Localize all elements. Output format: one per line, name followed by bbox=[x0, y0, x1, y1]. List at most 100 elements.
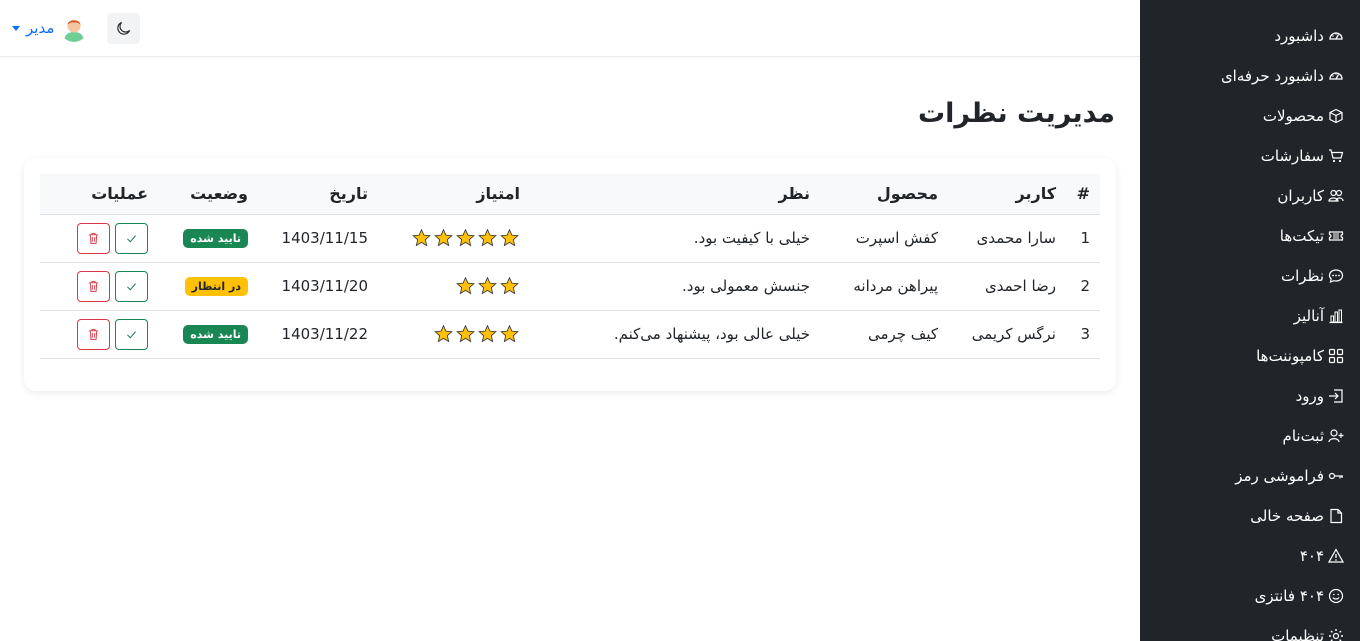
row-status: تایید شده bbox=[158, 310, 258, 359]
sidebar-item[interactable]: کامپوننت‌ها bbox=[1140, 336, 1360, 376]
delete-button[interactable] bbox=[77, 318, 110, 350]
header-date: تاریخ bbox=[258, 174, 378, 215]
row-rating bbox=[378, 310, 530, 359]
row-date: 1403/11/20 bbox=[258, 262, 378, 311]
ticket-icon bbox=[1328, 231, 1344, 241]
gear-icon bbox=[1329, 629, 1343, 641]
sidebar-item-label: سفارشات bbox=[1260, 147, 1324, 165]
sidebar-item[interactable]: نظرات bbox=[1140, 256, 1360, 296]
star-icon bbox=[500, 228, 519, 247]
sidebar-item[interactable]: ثبت‌نام bbox=[1140, 416, 1360, 456]
star-icon bbox=[500, 276, 519, 295]
table-row: 1 سارا محمدی کفش اسپرت خیلی با کیفیت بود. 14… bbox=[40, 214, 1100, 263]
star-icon bbox=[478, 324, 497, 343]
sidebar-item[interactable]: سفارشات bbox=[1140, 136, 1360, 176]
check-icon bbox=[127, 282, 136, 291]
header-actions: عملیات bbox=[40, 174, 158, 215]
table-row: 2 رضا احمدی پیراهن مردانه جنسش معمولی بود. 1… bbox=[40, 262, 1100, 311]
star-icon bbox=[434, 228, 453, 247]
row-actions bbox=[40, 310, 158, 359]
table-header-row: # کاربر محصول نظر امتیاز تاریخ وضعیت عمل… bbox=[40, 174, 1100, 215]
user-name: مدیر bbox=[26, 19, 55, 37]
sidebar-item-label: ثبت‌نام bbox=[1282, 427, 1324, 445]
row-index: 3 bbox=[1066, 310, 1100, 359]
header-index: # bbox=[1066, 174, 1100, 215]
star-icon bbox=[478, 228, 497, 247]
sidebar-item-label: داشبورد حرفه‌ای bbox=[1220, 67, 1324, 85]
login-icon bbox=[1329, 389, 1343, 403]
sidebar-item[interactable]: فراموشی رمز bbox=[1140, 456, 1360, 496]
sidebar-item[interactable]: داشبورد حرفه‌ای bbox=[1140, 56, 1360, 96]
row-comment: خیلی با کیفیت بود. bbox=[530, 214, 820, 263]
row-product: کفش اسپرت bbox=[820, 214, 948, 263]
rating-stars bbox=[388, 276, 520, 296]
person-add-icon bbox=[1328, 429, 1344, 443]
sidebar-item[interactable]: آنالیز bbox=[1140, 296, 1360, 336]
sidebar-item-label: ورود bbox=[1295, 387, 1324, 405]
user-menu-dropdown[interactable]: مدیر bbox=[12, 14, 89, 42]
file-icon bbox=[1330, 508, 1343, 524]
sidebar-item[interactable]: کاربران bbox=[1140, 176, 1360, 216]
delete-button[interactable] bbox=[77, 222, 110, 254]
star-icon bbox=[456, 324, 475, 343]
trash-icon bbox=[89, 328, 98, 340]
sidebar-item[interactable]: ۴۰۴ فانتزی bbox=[1140, 576, 1360, 616]
row-comment: جنسش معمولی بود. bbox=[530, 262, 820, 311]
sidebar-item[interactable]: تنظیمات bbox=[1140, 616, 1360, 641]
header-rating: امتیاز bbox=[378, 174, 530, 215]
comments-table: # کاربر محصول نظر امتیاز تاریخ وضعیت عمل… bbox=[40, 174, 1100, 359]
smile-icon bbox=[1328, 588, 1344, 604]
trash-icon bbox=[89, 232, 98, 244]
key-icon bbox=[1328, 472, 1343, 480]
approve-button[interactable] bbox=[115, 222, 148, 254]
approve-button[interactable] bbox=[115, 270, 148, 302]
sidebar-item[interactable]: ورود bbox=[1140, 376, 1360, 416]
grid-icon bbox=[1328, 348, 1344, 364]
status-badge: در انتظار bbox=[184, 277, 248, 296]
theme-toggle-button[interactable] bbox=[107, 13, 140, 44]
sidebar-item-label: تیکت‌ها bbox=[1279, 227, 1324, 245]
row-user: رضا احمدی bbox=[948, 262, 1066, 311]
box-icon bbox=[1329, 108, 1343, 124]
sidebar-item-label: صفحه خالی bbox=[1250, 507, 1324, 525]
chat-icon bbox=[1328, 269, 1344, 283]
sidebar-item[interactable]: محصولات bbox=[1140, 96, 1360, 136]
sidebar-item[interactable]: صفحه خالی bbox=[1140, 496, 1360, 536]
row-user: نرگس کریمی bbox=[948, 310, 1066, 359]
header-user: کاربر bbox=[948, 174, 1066, 215]
people-icon bbox=[1328, 189, 1344, 202]
star-icon bbox=[412, 228, 431, 247]
top-navbar: مدیر bbox=[0, 0, 1140, 57]
delete-button[interactable] bbox=[77, 270, 110, 302]
star-icon bbox=[456, 276, 475, 295]
sidebar-item-label: آنالیز bbox=[1293, 307, 1324, 325]
sidebar-item-label: ۴۰۴ فانتزی bbox=[1254, 587, 1324, 605]
row-date: 1403/11/22 bbox=[258, 310, 378, 359]
header-status: وضعیت bbox=[158, 174, 258, 215]
row-status: در انتظار bbox=[158, 262, 258, 311]
sidebar-item[interactable]: تیکت‌ها bbox=[1140, 216, 1360, 256]
sidebar-item-label: ۴۰۴ bbox=[1299, 547, 1324, 565]
row-status: تایید شده bbox=[158, 214, 258, 263]
sidebar-item[interactable]: داشبورد bbox=[1140, 16, 1360, 56]
sidebar-item-label: کاربران bbox=[1277, 187, 1324, 205]
sidebar: داشبورد داشبورد حرفه‌ای محصولات سفارشات کارب… bbox=[1140, 0, 1360, 641]
avatar bbox=[60, 14, 89, 42]
row-product: کیف چرمی bbox=[820, 310, 948, 359]
row-actions bbox=[40, 262, 158, 311]
status-badge: تایید شده bbox=[183, 325, 248, 344]
trash-icon bbox=[89, 280, 98, 292]
table-row: 3 نرگس کریمی کیف چرمی خیلی عالی بود، پیشنها… bbox=[40, 310, 1100, 359]
check-icon bbox=[127, 234, 136, 243]
speedometer-icon bbox=[1329, 32, 1343, 40]
star-icon bbox=[478, 276, 497, 295]
comments-card: # کاربر محصول نظر امتیاز تاریخ وضعیت عمل… bbox=[24, 158, 1116, 391]
row-rating bbox=[378, 214, 530, 263]
sidebar-item[interactable]: ۴۰۴ bbox=[1140, 536, 1360, 576]
sidebar-item-label: محصولات bbox=[1262, 107, 1324, 125]
row-rating bbox=[378, 262, 530, 311]
approve-button[interactable] bbox=[115, 318, 148, 350]
star-icon bbox=[456, 228, 475, 247]
bar-chart-icon bbox=[1329, 309, 1343, 324]
star-icon bbox=[434, 324, 453, 343]
